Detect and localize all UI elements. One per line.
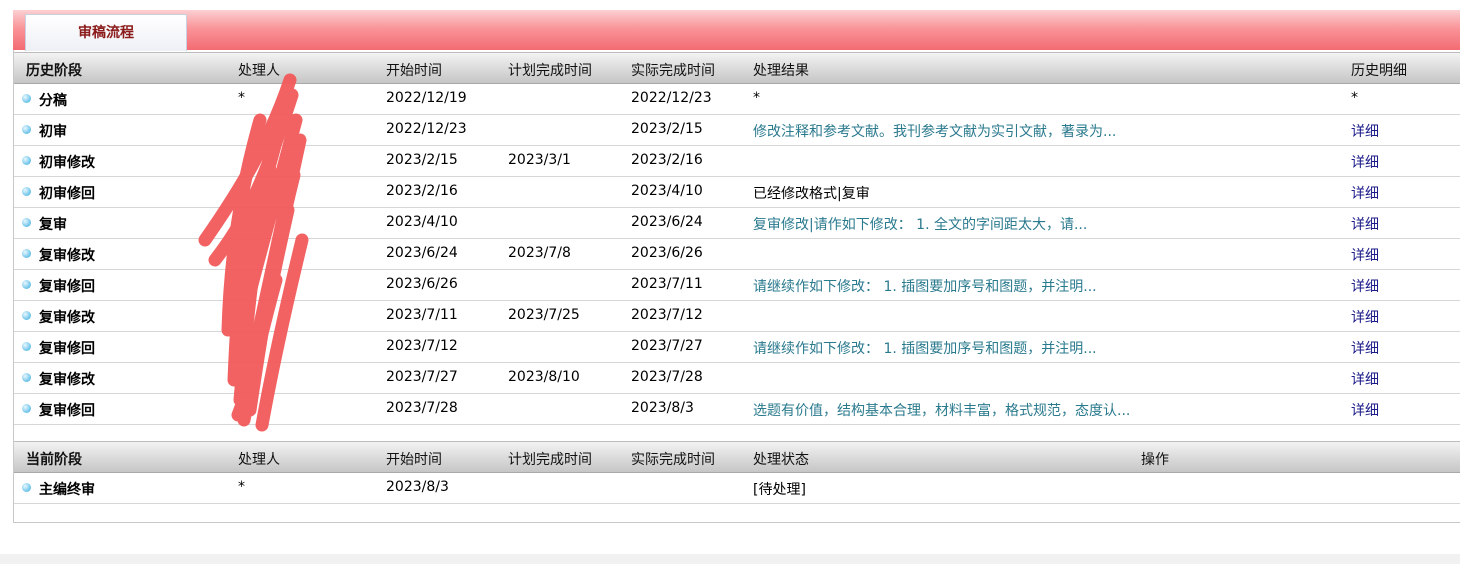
table-row: 复审修改 2023/7/11 2023/7/25 2023/7/12 详细 <box>14 300 1460 332</box>
col-actual-time: 实际完成时间 <box>631 452 715 468</box>
start-time: 2023/8/3 <box>386 479 449 495</box>
planned-time: 2023/3/1 <box>508 152 571 168</box>
history-table-header: 历史阶段 处理人 开始时间 计划完成时间 实际完成时间 处理结果 历史明细 <box>14 52 1460 84</box>
actual-time: 2023/6/24 <box>631 214 703 230</box>
current-table-header: 当前阶段 处理人 开始时间 计划完成时间 实际完成时间 处理状态 操作 <box>14 441 1460 473</box>
col-result: 处理结果 <box>753 63 809 79</box>
table-row: 主编终审 * 2023/8/3 [待处理] <box>14 472 1460 504</box>
start-time: 2023/7/11 <box>386 307 458 323</box>
actual-time: 2023/4/10 <box>631 183 703 199</box>
detail-link[interactable]: 详细 <box>1351 121 1379 141</box>
detail-link[interactable]: 详细 <box>1351 276 1379 296</box>
start-time: 2023/6/24 <box>386 245 458 261</box>
actual-time: 2023/8/3 <box>631 400 694 416</box>
planned-time: 2023/8/10 <box>508 369 580 385</box>
table-row: 分稿 * 2022/12/19 2022/12/23 * * <box>14 83 1460 115</box>
stage-name: 主编终审 <box>22 479 95 499</box>
actual-time: 2023/2/16 <box>631 152 703 168</box>
result-text[interactable]: 复审修改|请作如下修改： 1. 全文的字间距太大，请... <box>753 214 1087 234</box>
start-time: 2023/2/16 <box>386 183 458 199</box>
col-status: 处理状态 <box>753 452 809 468</box>
col-actual-time: 实际完成时间 <box>631 63 715 79</box>
detail-link[interactable]: 详细 <box>1351 307 1379 327</box>
table-row: 初审修改 2023/2/15 2023/3/1 2023/2/16 详细 <box>14 145 1460 177</box>
section-header-bar <box>13 10 1460 50</box>
col-operation: 操作 <box>1141 452 1169 468</box>
start-time: 2023/7/27 <box>386 369 458 385</box>
stage-name: 复审修改 <box>22 307 95 327</box>
start-time: 2023/2/15 <box>386 152 458 168</box>
stage-name: 复审修改 <box>22 245 95 265</box>
detail-link[interactable]: 详细 <box>1351 183 1379 203</box>
col-planned-time: 计划完成时间 <box>508 63 592 79</box>
actual-time: 2023/7/12 <box>631 307 703 323</box>
start-time: 2022/12/23 <box>386 121 467 137</box>
table-row: 初审修回 2023/2/16 2023/4/10 已经修改格式|复审 详细 <box>14 176 1460 208</box>
table-row: 复审 2023/4/10 2023/6/24 复审修改|请作如下修改： 1. 全文的字… <box>14 207 1460 239</box>
page-bottom-strip <box>0 554 1460 564</box>
stage-name: 复审修回 <box>22 276 95 296</box>
result-text[interactable]: 选题有价值，结构基本合理，材料丰富，格式规范，态度认... <box>753 400 1130 420</box>
col-handler: 处理人 <box>238 63 280 79</box>
detail-link[interactable]: 详细 <box>1351 214 1379 234</box>
planned-time: 2023/7/25 <box>508 307 580 323</box>
col-detail: 历史明细 <box>1351 63 1407 79</box>
stage-name: 初审修回 <box>22 183 95 203</box>
table-row: 复审修回 2023/7/12 2023/7/27 请继续作如下修改： 1. 插图要加序… <box>14 331 1460 363</box>
actual-time: 2023/6/26 <box>631 245 703 261</box>
start-time: 2023/7/28 <box>386 400 458 416</box>
stage-name: 复审修改 <box>22 369 95 389</box>
start-time: 2023/4/10 <box>386 214 458 230</box>
actual-time: 2023/7/28 <box>631 369 703 385</box>
col-handler: 处理人 <box>238 452 280 468</box>
col-current-stage: 当前阶段 <box>26 452 82 468</box>
detail-link[interactable]: 详细 <box>1351 245 1379 265</box>
stage-name: 初审修改 <box>22 152 95 172</box>
result-text: * <box>753 90 760 106</box>
actual-time: 2022/12/23 <box>631 90 712 106</box>
detail-text: * <box>1351 90 1358 106</box>
detail-link[interactable]: 详细 <box>1351 152 1379 172</box>
result-text[interactable]: 修改注释和参考文献。我刊参考文献为实引文献，著录为... <box>753 121 1116 141</box>
planned-time: 2023/7/8 <box>508 245 571 261</box>
stage-name: 复审修回 <box>22 338 95 358</box>
table-row: 复审修改 2023/7/27 2023/8/10 2023/7/28 详细 <box>14 362 1460 394</box>
actual-time: 2023/7/11 <box>631 276 703 292</box>
table-row: 复审修回 2023/7/28 2023/8/3 选题有价值，结构基本合理，材料丰富，格… <box>14 393 1460 425</box>
col-history-stage: 历史阶段 <box>26 63 82 79</box>
detail-link[interactable]: 详细 <box>1351 369 1379 389</box>
col-start-time: 开始时间 <box>386 452 442 468</box>
col-start-time: 开始时间 <box>386 63 442 79</box>
handler-name: * <box>238 90 245 106</box>
detail-link[interactable]: 详细 <box>1351 400 1379 420</box>
table-row: 复审修回 2023/6/26 2023/7/11 请继续作如下修改： 1. 插图要加序… <box>14 269 1460 301</box>
stage-name: 复审 <box>22 214 67 234</box>
tab-review-process[interactable]: 审稿流程 <box>25 14 187 51</box>
actual-time: 2023/7/27 <box>631 338 703 354</box>
actual-time: 2023/2/15 <box>631 121 703 137</box>
detail-link[interactable]: 详细 <box>1351 338 1379 358</box>
handler-name: * <box>238 479 245 495</box>
start-time: 2023/7/12 <box>386 338 458 354</box>
status-text: [待处理] <box>753 482 806 498</box>
table-row: 初审 2022/12/23 2023/2/15 修改注释和参考文献。我刊参考文献为实引… <box>14 114 1460 146</box>
col-planned-time: 计划完成时间 <box>508 452 592 468</box>
start-time: 2023/6/26 <box>386 276 458 292</box>
result-text: 已经修改格式|复审 <box>753 186 870 202</box>
result-text[interactable]: 请继续作如下修改： 1. 插图要加序号和图题，并注明... <box>753 276 1097 296</box>
start-time: 2022/12/19 <box>386 90 467 106</box>
stage-name: 复审修回 <box>22 400 95 420</box>
stage-name: 初审 <box>22 121 67 141</box>
result-text[interactable]: 请继续作如下修改： 1. 插图要加序号和图题，并注明... <box>753 338 1097 358</box>
table-row: 复审修改 2023/6/24 2023/7/8 2023/6/26 详细 <box>14 238 1460 270</box>
stage-name: 分稿 <box>22 90 67 110</box>
